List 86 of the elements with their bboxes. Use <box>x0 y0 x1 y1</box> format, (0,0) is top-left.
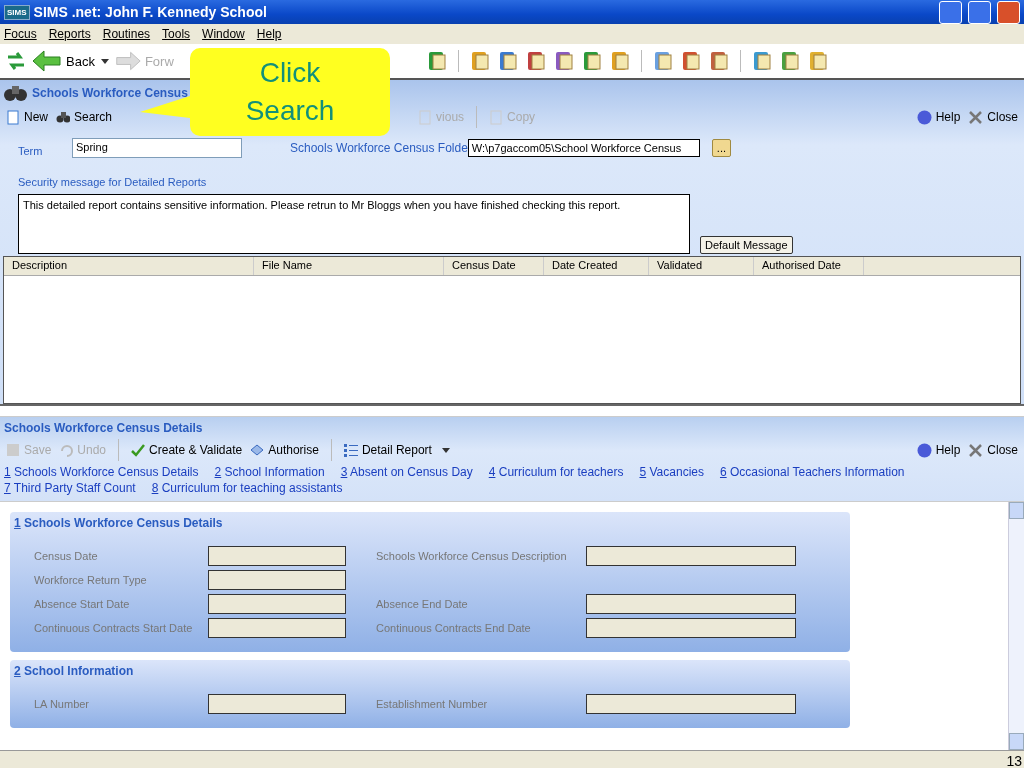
folder-field[interactable]: W:\p7gaccom05\School Workforce Census <box>467 139 700 157</box>
document-icon <box>6 109 20 125</box>
toolbar-button[interactable]: Detail Report <box>343 442 450 458</box>
default-message-button[interactable]: Default Message <box>700 236 793 254</box>
scrollbar[interactable] <box>1008 502 1024 750</box>
field-label: LA Number <box>34 698 91 710</box>
field-label: Absence End Date <box>376 598 469 610</box>
menu-item[interactable]: Tools <box>162 27 191 41</box>
input-field[interactable] <box>586 594 796 614</box>
column-header[interactable]: Validated <box>649 257 754 275</box>
field-label: Establishment Number <box>376 698 489 710</box>
input-field[interactable] <box>208 694 346 714</box>
field-label: Absence Start Date <box>34 598 131 610</box>
panel-title: Schools Workforce Census Details <box>4 421 203 435</box>
dropdown-icon[interactable] <box>100 58 109 64</box>
field-label: Term <box>18 144 44 157</box>
menu-item[interactable]: Reports <box>48 27 91 41</box>
field-label: Security message for Detailed Reports <box>18 176 208 188</box>
panel-title: Schools Workforce Census <box>32 86 188 100</box>
section-link[interactable]: 2 School Information <box>214 465 325 479</box>
menu-item[interactable]: Help <box>256 27 282 41</box>
input-field[interactable] <box>208 546 346 566</box>
section-title[interactable]: 1 Schools Workforce Census Details <box>10 516 850 530</box>
caret-icon <box>441 447 450 453</box>
section-title[interactable]: 2 School Information <box>10 664 850 678</box>
restore-button[interactable] <box>968 0 991 24</box>
binoculars-icon <box>4 84 28 102</box>
help-icon <box>916 442 932 458</box>
input-field[interactable] <box>208 618 346 638</box>
message-field[interactable]: This detailed report contains sensitive information. Please retrun to Mr Bloggs when you have finished checking this report. <box>18 194 690 254</box>
close-button[interactable] <box>997 0 1020 24</box>
minimize-button[interactable] <box>939 0 962 24</box>
menu-item[interactable]: Window <box>202 27 245 41</box>
arrow-icon <box>114 50 141 72</box>
field-label: Schools Workforce Census Folde <box>290 141 468 155</box>
section-link[interactable]: 7 Third Party Staff Count <box>4 481 136 495</box>
menu-item[interactable]: Routines <box>102 27 151 41</box>
input-field[interactable] <box>586 546 796 566</box>
column-header[interactable]: File Name <box>254 257 444 275</box>
input-field[interactable] <box>586 618 796 638</box>
field-label: Census Date <box>34 550 99 562</box>
input-field[interactable] <box>208 594 346 614</box>
menu-item[interactable]: Focus <box>4 27 37 41</box>
column-header[interactable]: Date Created <box>544 257 649 275</box>
page-number: 13 <box>1006 753 1022 768</box>
field-label: Continuous Contracts End Date <box>376 622 532 634</box>
arrow-icon <box>32 50 62 72</box>
section-link[interactable]: 1 Schools Workforce Census Details <box>4 465 199 479</box>
section-link[interactable]: 4 Curriculum for teachers <box>488 465 624 479</box>
app-badge: SIMS <box>4 4 30 20</box>
checkmark-icon <box>131 442 146 458</box>
close-icon <box>968 442 984 458</box>
section-link[interactable]: 8 Curriculum for teaching assistants <box>151 481 343 495</box>
list-icon <box>343 442 358 458</box>
column-header[interactable]: Census Date <box>444 257 544 275</box>
toolbar-button[interactable]: Authorise <box>250 442 319 458</box>
field-label: Continuous Contracts Start Date <box>34 622 194 634</box>
term-dropdown[interactable]: Spring <box>72 138 242 158</box>
column-header[interactable]: Description <box>4 257 254 275</box>
close-icon <box>968 109 984 125</box>
document-icon <box>489 109 504 125</box>
undo-icon <box>59 442 74 458</box>
input-field[interactable] <box>208 570 346 590</box>
close-panel-button[interactable]: Close <box>968 442 1018 458</box>
section-link[interactable]: 5 Vacancies <box>639 465 704 479</box>
field-label: Workforce Return Type <box>34 574 148 586</box>
browse-button[interactable]: ... <box>711 139 732 157</box>
help-button[interactable]: Help <box>916 442 961 458</box>
input-field[interactable] <box>586 694 796 714</box>
splitter-bar[interactable] <box>0 404 1024 417</box>
field-label: Schools Workforce Census Description <box>376 550 568 562</box>
help-button[interactable]: Help <box>916 109 961 125</box>
toolbar-button[interactable]: New <box>6 109 48 125</box>
help-icon <box>916 109 932 125</box>
refresh-icon[interactable] <box>6 50 26 72</box>
window-title: SIMS .net: John F. Kennedy School <box>33 4 268 20</box>
binoculars-icon <box>56 109 70 125</box>
toolbar-button[interactable]: Search <box>56 109 113 125</box>
section-link[interactable]: 6 Occasional Teachers Information <box>719 465 905 479</box>
column-header[interactable]: Authorised Date <box>754 257 864 275</box>
close-panel-button[interactable]: Close <box>968 109 1018 125</box>
toolbar-button[interactable]: Create & Validate <box>131 442 243 458</box>
callout-text: Click Search <box>244 56 336 128</box>
section-link[interactable]: 3 Absent on Census Day <box>340 465 473 479</box>
document-icon <box>418 109 433 125</box>
back-button[interactable]: Back <box>32 50 95 72</box>
